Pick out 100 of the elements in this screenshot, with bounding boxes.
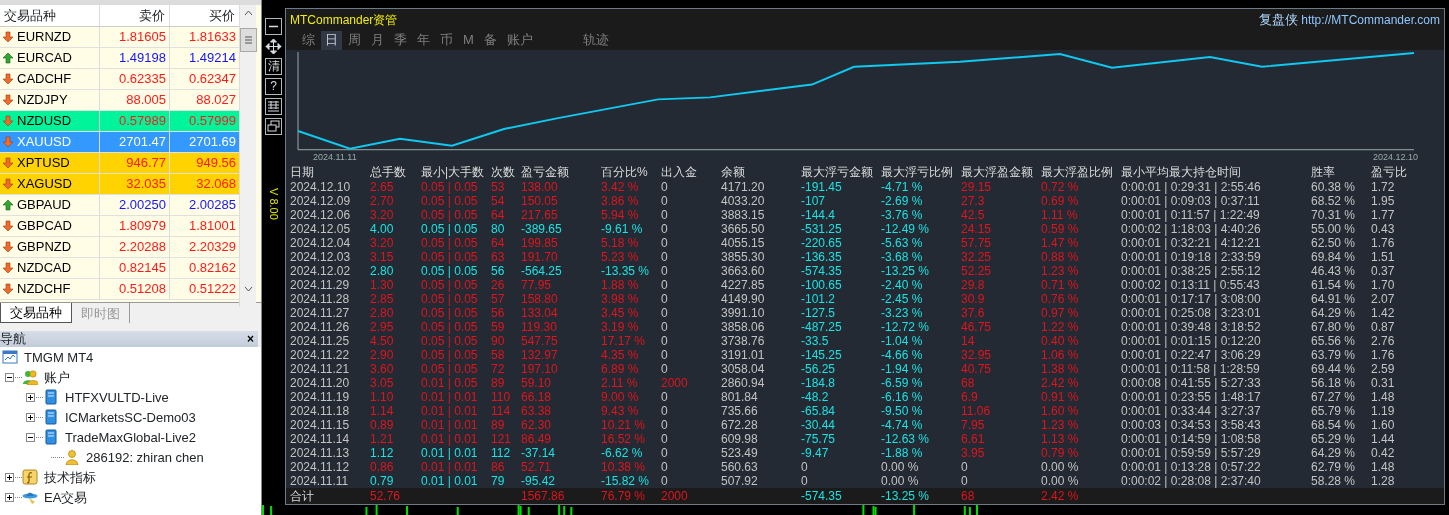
- scrollbar[interactable]: [239, 4, 256, 307]
- table-cell-text: 56.18 %: [1311, 376, 1357, 390]
- tab[interactable]: 综: [298, 30, 319, 50]
- table-cell-text: -12.63 %: [881, 432, 931, 446]
- expand-icon[interactable]: [5, 493, 22, 502]
- symbol-name[interactable]: GBPAUD: [17, 194, 71, 215]
- table-cell-text: 65.56 %: [1311, 334, 1357, 348]
- table-cell-text: -5.63 %: [881, 236, 924, 250]
- symbol-name[interactable]: CADCHF: [17, 68, 72, 89]
- tree-item[interactable]: 286192: zhiran chen: [86, 447, 204, 468]
- toolbar-button[interactable]: 清: [265, 58, 282, 75]
- table-cell-text: 61.54 %: [1311, 278, 1357, 292]
- website-link[interactable]: http://MTCommander.com: [1301, 13, 1440, 28]
- table-cell-text: 6.89 %: [601, 362, 640, 376]
- toolbar-button[interactable]: ?: [265, 78, 282, 95]
- people-icon: [22, 369, 38, 386]
- table-cell-text: -3.76 %: [881, 208, 924, 222]
- table-cell-text: 0: [961, 460, 969, 474]
- tab[interactable]: 备: [479, 30, 501, 50]
- symbol-name[interactable]: NZDJPY: [17, 89, 68, 110]
- table-cell-text: -531.25: [801, 222, 843, 236]
- table-cell-text: 1.72: [1371, 180, 1396, 194]
- table-cell-text: 0.43: [1371, 222, 1396, 236]
- symbol-name[interactable]: NZDUSD: [17, 110, 72, 131]
- symbol-name[interactable]: NZDCHF: [17, 278, 71, 299]
- tab[interactable]: 轨迹: [578, 30, 613, 50]
- table-cell-text: 0.05 | 0.05: [421, 292, 479, 306]
- table-cell-text: 0:00:01 | 0:22:47 | 3:06:29: [1121, 348, 1262, 362]
- table-cell-text: 17.17 %: [601, 334, 647, 348]
- table-cell-text: 3.98 %: [601, 292, 640, 306]
- column-header: 胜率: [1311, 165, 1336, 180]
- tab[interactable]: 币: [436, 30, 457, 50]
- table-cell-text: 0.01 | 0.01: [421, 432, 479, 446]
- table-cell-text: -574.35: [801, 264, 843, 278]
- expand-icon[interactable]: [26, 393, 43, 402]
- tree-item[interactable]: ICMarketsSC-Demo03: [65, 407, 196, 428]
- table-cell-text: 42.5: [961, 208, 986, 222]
- expand-icon[interactable]: [26, 413, 43, 422]
- table-cell-text: -145.25: [801, 348, 843, 362]
- expand-icon[interactable]: [5, 473, 22, 482]
- table-cell-text: 86.49: [521, 432, 553, 446]
- table-cell-text: 0.72 %: [1041, 180, 1080, 194]
- symbol-name[interactable]: EURCAD: [17, 47, 72, 68]
- symbol-name[interactable]: GBPNZD: [17, 236, 72, 257]
- table-cell-text: 560.63: [721, 460, 759, 474]
- table-cell-text: 0.05 | 0.05: [421, 334, 479, 348]
- table-cell-text: 63.79 %: [1311, 348, 1357, 362]
- table-cell-text: -220.65: [801, 236, 843, 250]
- collapse-icon[interactable]: [26, 433, 43, 442]
- move-icon[interactable]: [265, 38, 282, 55]
- tab[interactable]: 周: [344, 30, 365, 50]
- table-cell-text: 0.05 | 0.05: [421, 264, 479, 278]
- table-cell-text: -2.45 %: [881, 292, 924, 306]
- tree-item[interactable]: TMGM MT4: [24, 347, 94, 368]
- table-cell-text: 0:00:03 | 0:34:53 | 3:58:43: [1121, 418, 1262, 432]
- tab[interactable]: 季: [390, 30, 411, 50]
- table-cell-text: 6.9: [961, 390, 979, 404]
- symbol-name[interactable]: GBPCAD: [17, 215, 72, 236]
- close-button[interactable]: ×: [247, 331, 254, 348]
- table-cell-text: 2024.11.13: [290, 446, 351, 460]
- table-cell-text: 0.05 | 0.05: [421, 362, 479, 376]
- minimize-button[interactable]: [265, 18, 282, 35]
- table-cell-text: 4033.20: [721, 194, 766, 208]
- table-cell-text: 0.40 %: [1041, 334, 1080, 348]
- tree-item[interactable]: HTFXVULTD-Live: [65, 387, 169, 408]
- table-cell-text: 1.95: [1371, 194, 1396, 208]
- grid-button[interactable]: [265, 98, 282, 115]
- table-cell-text: 3.60: [370, 362, 395, 376]
- table-cell-text: 54: [491, 194, 506, 208]
- column-header[interactable]: 卖价: [100, 4, 170, 26]
- table-cell-text: 0:00:01 | 0:32:21 | 4:12:21: [1121, 236, 1262, 250]
- table-cell-text: 1.14: [370, 404, 395, 418]
- tree-item[interactable]: 账户: [44, 367, 70, 388]
- table-cell-text: -95.42: [521, 474, 557, 488]
- symbol-name[interactable]: EURNZD: [17, 26, 72, 47]
- table-cell-text: 64.91 %: [1311, 292, 1357, 306]
- tree-item[interactable]: EA交易: [44, 487, 88, 508]
- bid-price: 2701.47: [100, 131, 170, 152]
- tree-item[interactable]: 技术指标: [44, 467, 96, 488]
- symbol-name[interactable]: NZDCAD: [17, 257, 72, 278]
- table-cell-text: -191.45: [801, 180, 843, 194]
- table-cell-text: 2.95: [370, 320, 395, 334]
- table-cell-text: 69.44 %: [1311, 362, 1357, 376]
- tree-item[interactable]: TradeMaxGlobal-Live2: [65, 427, 197, 448]
- table-cell-text: 1567.86: [521, 488, 566, 504]
- table-cell-text: -48.2: [801, 390, 830, 404]
- table-cell-text: 1.12: [370, 446, 395, 460]
- tab[interactable]: M: [459, 30, 478, 50]
- table-cell-text: 63.38: [521, 404, 553, 418]
- table-cell-text: -37.14: [521, 446, 557, 460]
- restore-button[interactable]: [265, 118, 282, 135]
- scroll-thumb[interactable]: [240, 27, 257, 52]
- symbol-name[interactable]: XAGUSD: [17, 173, 72, 194]
- tab[interactable]: 年: [413, 30, 434, 50]
- tab[interactable]: 账户: [502, 30, 537, 50]
- tab[interactable]: 月: [367, 30, 388, 50]
- column-header[interactable]: 交易品种: [0, 4, 100, 26]
- collapse-icon[interactable]: [5, 373, 22, 382]
- symbol-name[interactable]: XPTUSD: [17, 152, 70, 173]
- tab[interactable]: 交易品种: [0, 303, 72, 324]
